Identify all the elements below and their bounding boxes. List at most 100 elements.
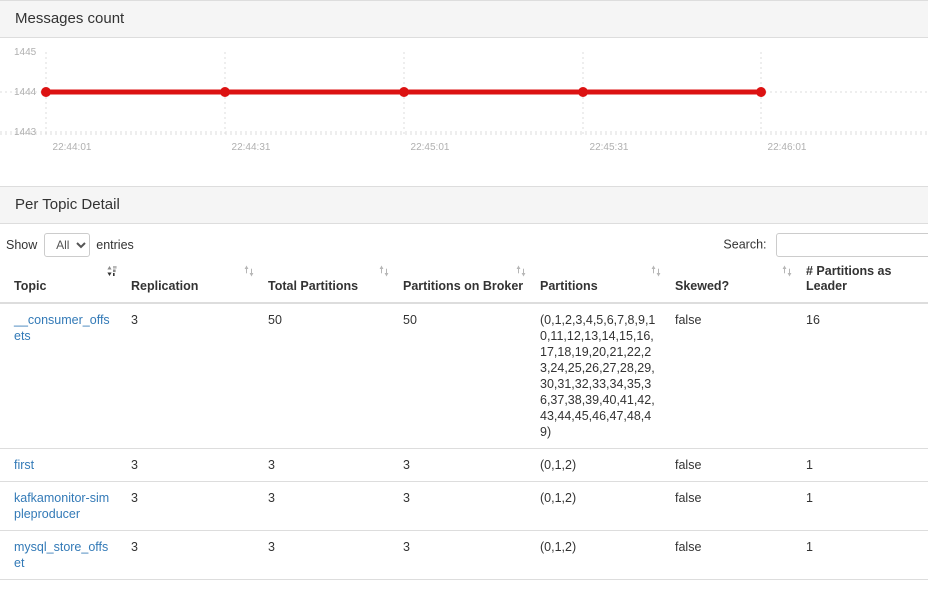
cell-partitions-on-broker: 50 bbox=[403, 313, 417, 327]
column-label: Replication bbox=[131, 279, 199, 293]
cell-topic: mysql_store_offset bbox=[0, 530, 131, 580]
sort-both-icon bbox=[244, 265, 254, 277]
topic-link[interactable]: __consumer_offsets bbox=[14, 313, 110, 343]
chart-x-tick-label: 22:44:31 bbox=[232, 142, 271, 153]
chart-y-tick-label: 1445 bbox=[14, 47, 37, 58]
table-body: __consumer_offsets 3 50 50 (0,1,2,3,4,5,… bbox=[0, 303, 928, 589]
cell-total-partitions: 3 bbox=[268, 481, 403, 531]
cell-partitions: (0,1,2) bbox=[540, 579, 675, 589]
chart-data-point[interactable] bbox=[578, 87, 588, 97]
messages-count-panel: Messages count 1445 1444 1443 22:44:01 2… bbox=[0, 0, 928, 165]
column-header-skewed[interactable]: Skewed? bbox=[675, 258, 806, 304]
column-label: Partitions bbox=[540, 279, 598, 293]
cell-replication: 3 bbox=[131, 530, 268, 580]
chart-data-point[interactable] bbox=[756, 87, 766, 97]
column-header-total-partitions[interactable]: Total Partitions bbox=[268, 258, 403, 304]
cell-skewed: false bbox=[675, 448, 806, 482]
messages-count-chart-body: 1445 1444 1443 22:44:01 22:44:31 22:45:0… bbox=[0, 38, 928, 165]
chart-data-point[interactable] bbox=[220, 87, 230, 97]
chart-x-tick-label: 22:45:01 bbox=[411, 142, 450, 153]
cell-partitions-as-leader: 1 bbox=[806, 579, 928, 589]
sort-both-icon bbox=[651, 265, 661, 277]
chart-gridlines-horizontal bbox=[0, 91, 928, 133]
cell-skewed: false bbox=[675, 481, 806, 531]
column-header-partitions-on-broker[interactable]: Partitions on Broker bbox=[403, 258, 540, 304]
per-topic-detail-panel: Per Topic Detail Show All entries Search… bbox=[0, 186, 928, 589]
cell-topic: __consumer_offsets bbox=[0, 303, 131, 449]
cell-partitions-on-broker: 3 bbox=[403, 481, 540, 531]
cell-total-partitions: 3 bbox=[268, 448, 403, 482]
table-row: kafkamonitor-simpleproducer 3 3 3 (0,1,2… bbox=[0, 481, 928, 531]
cell-partitions-as-leader: 1 bbox=[806, 481, 928, 531]
search-input[interactable] bbox=[776, 233, 928, 257]
per-topic-detail-table: Topic Replication Total Partitions Parti… bbox=[0, 258, 928, 589]
cell-partitions-as-leader: 1 bbox=[806, 530, 928, 580]
datatable-controls: Show All entries Search: bbox=[0, 224, 928, 258]
cell-replication: 3 bbox=[131, 448, 268, 482]
chart-y-axis-labels: 1445 1444 1443 bbox=[14, 47, 37, 138]
page-length-select[interactable]: All bbox=[43, 233, 90, 257]
cell-total-partitions: 3 bbox=[268, 530, 403, 580]
column-label: Skewed? bbox=[675, 279, 730, 293]
cell-topic: first bbox=[0, 448, 131, 482]
line-chart-svg: 1445 1444 1443 22:44:01 22:44:31 22:45:0… bbox=[0, 47, 928, 153]
cell-topic: test bbox=[0, 579, 131, 589]
topic-link[interactable]: mysql_store_offset bbox=[14, 540, 108, 570]
per-topic-detail-panel-heading: Per Topic Detail bbox=[0, 187, 928, 224]
cell-skewed: false bbox=[675, 530, 806, 580]
cell-partitions-as-leader: 16 bbox=[806, 313, 820, 327]
column-header-topic[interactable]: Topic bbox=[0, 258, 131, 304]
cell-total-partitions: 3 bbox=[268, 579, 403, 589]
column-label: Total Partitions bbox=[268, 279, 359, 293]
messages-count-panel-heading: Messages count bbox=[0, 1, 928, 38]
search-label: Search: bbox=[723, 237, 767, 252]
entries-label: entries bbox=[96, 238, 134, 252]
cell-replication: 3 bbox=[131, 579, 268, 589]
column-header-replication[interactable]: Replication bbox=[131, 258, 268, 304]
cell-replication: 3 bbox=[131, 313, 138, 327]
table-header-row: Topic Replication Total Partitions Parti… bbox=[0, 258, 928, 304]
chart-data-point[interactable] bbox=[399, 87, 409, 97]
column-label: Partitions on Broker bbox=[403, 279, 524, 293]
chart-y-tick-label: 1443 bbox=[14, 127, 37, 138]
topic-link[interactable]: first bbox=[14, 458, 34, 472]
chart-x-tick-label: 22:46:01 bbox=[768, 142, 807, 153]
column-header-partitions-as-leader[interactable]: # Partitions as Leader bbox=[806, 258, 928, 304]
sort-ascending-icon bbox=[107, 265, 117, 277]
page-length-control: Show All entries bbox=[6, 233, 134, 257]
column-label: # Partitions as Leader bbox=[806, 264, 892, 293]
cell-partitions-on-broker: 3 bbox=[403, 448, 540, 482]
topic-link[interactable]: kafkamonitor-simpleproducer bbox=[14, 491, 109, 521]
cell-total-partitions: 50 bbox=[268, 313, 282, 327]
cell-partitions-on-broker: 3 bbox=[403, 530, 540, 580]
sort-both-icon bbox=[516, 265, 526, 277]
panel-spacer bbox=[0, 165, 928, 186]
chart-x-axis-labels: 22:44:01 22:44:31 22:45:01 22:45:31 22:4… bbox=[53, 142, 807, 153]
cell-skewed: false bbox=[675, 313, 702, 327]
chart-x-tick-label: 22:45:31 bbox=[590, 142, 629, 153]
sort-both-icon bbox=[379, 265, 389, 277]
cell-partitions: (0,1,2) bbox=[540, 481, 675, 531]
chart-x-tick-label: 22:44:01 bbox=[53, 142, 92, 153]
cell-partitions: (0,1,2) bbox=[540, 530, 675, 580]
column-header-partitions[interactable]: Partitions bbox=[540, 258, 675, 304]
search-control: Search: bbox=[723, 233, 928, 257]
table-row: first 3 3 3 (0,1,2) false 1 bbox=[0, 448, 928, 482]
cell-partitions: (0,1,2,3,4,5,6,7,8,9,10,11,12,13,14,15,1… bbox=[540, 313, 656, 439]
chart-data-point[interactable] bbox=[41, 87, 51, 97]
cell-partitions-on-broker: 3 bbox=[403, 579, 540, 589]
cell-topic: kafkamonitor-simpleproducer bbox=[0, 481, 131, 531]
messages-count-chart[interactable]: 1445 1444 1443 22:44:01 22:44:31 22:45:0… bbox=[0, 38, 928, 165]
cell-partitions: (0,1,2) bbox=[540, 448, 675, 482]
column-label: Topic bbox=[14, 279, 47, 293]
show-label: Show bbox=[6, 238, 38, 252]
cell-partitions-as-leader: 1 bbox=[806, 448, 928, 482]
sort-both-icon bbox=[782, 265, 792, 277]
cell-replication: 3 bbox=[131, 481, 268, 531]
per-topic-detail-title: Per Topic Detail bbox=[15, 196, 120, 213]
chart-y-tick-label: 1444 bbox=[14, 87, 37, 98]
table-row: test 3 3 3 (0,1,2) false 1 bbox=[0, 579, 928, 589]
table-row: __consumer_offsets 3 50 50 (0,1,2,3,4,5,… bbox=[0, 303, 928, 449]
page-title: Messages count bbox=[15, 10, 125, 27]
cell-skewed: false bbox=[675, 579, 806, 589]
